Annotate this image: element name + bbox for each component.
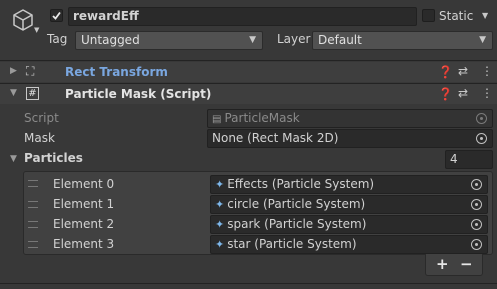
element-label: Element 2 (53, 217, 115, 231)
gameobject-name-input[interactable]: rewardEff (68, 7, 417, 26)
element-value: Effects (Particle System) (227, 177, 375, 191)
tag-label: Tag (47, 32, 68, 46)
particle-mask-title: Particle Mask (Script) (65, 87, 212, 101)
layer-label: Layer (277, 32, 311, 46)
help-icon[interactable]: ❓ (438, 87, 453, 101)
active-toggle[interactable] (50, 9, 63, 22)
object-picker-icon[interactable] (476, 133, 487, 144)
cube-icon (13, 9, 33, 31)
element-label: Element 0 (53, 177, 115, 191)
particle-system-icon: ✦ (215, 178, 225, 191)
element-object-field[interactable]: ✦ circle (Particle System) (210, 195, 488, 214)
chevron-down-icon: ▼ (479, 35, 486, 45)
particle-system-icon: ✦ (215, 218, 225, 231)
static-dropdown-arrow-icon[interactable]: ▼ (482, 11, 488, 20)
particle-system-icon: ✦ (215, 238, 225, 251)
divider (0, 60, 497, 61)
mask-label: Mask (24, 131, 55, 145)
particle-system-icon: ✦ (215, 198, 225, 211)
list-footer (425, 254, 483, 276)
layer-dropdown[interactable]: Default ▼ (312, 31, 493, 50)
presets-icon[interactable]: ⇄ (458, 86, 468, 100)
mask-value: None (Rect Mask 2D) (212, 131, 339, 145)
help-icon[interactable]: ❓ (438, 65, 453, 79)
rect-transform-icon: ⛶ (26, 64, 35, 78)
foldout-collapsed-icon[interactable]: ▶ (10, 66, 17, 76)
drag-handle-icon[interactable] (28, 221, 38, 228)
object-picker-icon[interactable] (471, 239, 482, 250)
layer-value: Default (318, 33, 362, 47)
kebab-menu-icon[interactable]: ⋮ (481, 64, 493, 78)
static-label: Static (439, 9, 474, 23)
particle-mask-header[interactable]: ▼ # Particle Mask (Script) ❓ ⇄ ⋮ (0, 84, 497, 104)
rect-transform-header[interactable]: ▶ ⛶ Rect Transform ❓ ⇄ ⋮ (0, 62, 497, 82)
element-label: Element 1 (53, 197, 115, 211)
rect-transform-title: Rect Transform (65, 65, 168, 79)
element-value: spark (Particle System) (227, 217, 367, 231)
tag-value: Untagged (81, 33, 140, 47)
script-hash-icon: # (26, 87, 39, 100)
element-value: star (Particle System) (227, 237, 357, 251)
particles-foldout-icon[interactable]: ▼ (10, 154, 17, 164)
element-value: circle (Particle System) (227, 197, 366, 211)
divider (0, 283, 497, 284)
object-picker-icon[interactable] (471, 179, 482, 190)
drag-handle-icon[interactable] (28, 180, 38, 187)
script-field: ▤ ParticleMask (207, 109, 493, 128)
tag-dropdown[interactable]: Untagged ▼ (75, 31, 263, 50)
particles-size-input[interactable]: 4 (445, 150, 493, 169)
drag-handle-icon[interactable] (28, 241, 38, 248)
chevron-down-icon: ▼ (249, 35, 256, 45)
add-element-button[interactable]: + (436, 255, 449, 273)
remove-element-button[interactable]: − (460, 255, 473, 273)
element-label: Element 3 (53, 237, 115, 251)
script-file-icon: ▤ (212, 114, 222, 125)
object-picker-icon (476, 113, 487, 124)
element-object-field[interactable]: ✦ spark (Particle System) (210, 215, 488, 234)
element-object-field[interactable]: ✦ star (Particle System) (210, 235, 488, 254)
element-object-field[interactable]: ✦ Effects (Particle System) (210, 175, 488, 194)
object-picker-icon[interactable] (471, 219, 482, 230)
static-toggle[interactable] (422, 9, 435, 22)
foldout-expanded-icon[interactable]: ▼ (10, 88, 17, 98)
mask-field[interactable]: None (Rect Mask 2D) (207, 129, 493, 148)
particles-label: Particles (24, 151, 83, 165)
icon-dropdown-arrow-icon[interactable]: ▼ (34, 26, 39, 34)
kebab-menu-icon[interactable]: ⋮ (481, 86, 493, 100)
object-picker-icon[interactable] (471, 199, 482, 210)
drag-handle-icon[interactable] (28, 201, 38, 208)
checkmark-icon (52, 11, 61, 20)
script-label: Script (24, 111, 59, 125)
presets-icon[interactable]: ⇄ (458, 64, 468, 78)
script-value: ParticleMask (224, 111, 300, 125)
